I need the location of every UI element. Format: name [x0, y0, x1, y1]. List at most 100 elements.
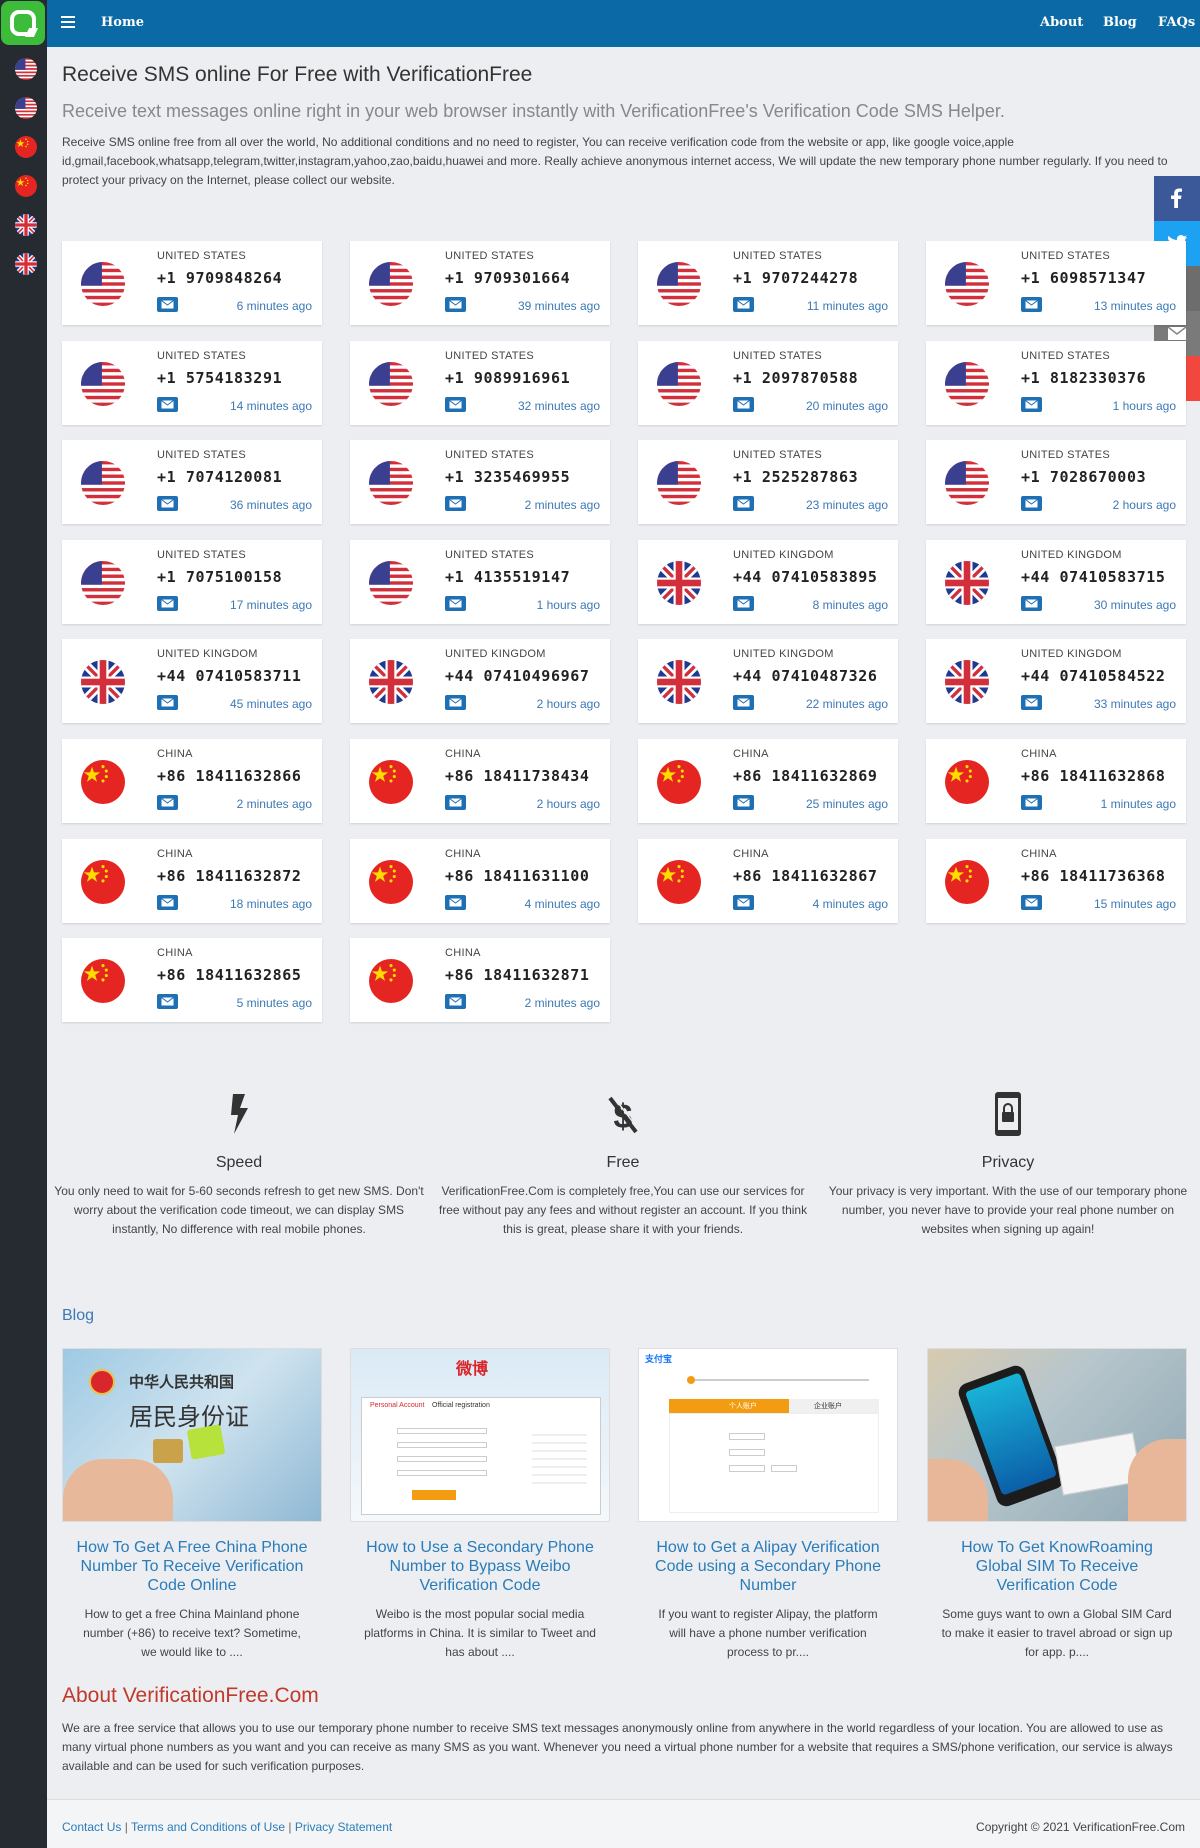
- phone-number[interactable]: +1 9089916961: [445, 369, 570, 387]
- phone-number[interactable]: +44 07410583711: [157, 667, 301, 685]
- phone-number[interactable]: +1 9709848264: [157, 269, 282, 287]
- phone-number-card[interactable]: UNITED KINGDOM +44 07410583711 45 minutes …: [62, 639, 322, 724]
- us-flag-icon: [945, 461, 989, 506]
- phone-number-card[interactable]: UNITED KINGDOM +44 07410583715 30 minutes …: [926, 539, 1186, 624]
- phone-number[interactable]: +86 18411631100: [445, 867, 589, 885]
- blog-post[interactable]: How To Get KnowRoaming Global SIM To Rec…: [927, 1348, 1187, 1662]
- phone-number-card[interactable]: UNITED STATES +1 9089916961 32 minutes ago: [350, 340, 610, 425]
- phone-number[interactable]: +86 18411632868: [1021, 767, 1165, 785]
- phone-number[interactable]: +44 07410583715: [1021, 568, 1165, 586]
- phone-number[interactable]: +1 7075100158: [157, 568, 282, 586]
- us-flag-icon[interactable]: [15, 58, 37, 80]
- phone-number-card[interactable]: UNITED KINGDOM +44 07410487326 22 minutes …: [638, 639, 898, 724]
- phone-number[interactable]: +1 4135519147: [445, 568, 570, 586]
- phone-number-card[interactable]: CHINA +86 18411632867 4 minutes ago: [638, 838, 898, 923]
- phone-number[interactable]: +44 07410584522: [1021, 667, 1165, 685]
- phone-number[interactable]: +86 18411632869: [733, 767, 877, 785]
- phone-number[interactable]: +1 5754183291: [157, 369, 282, 387]
- phone-number-card[interactable]: UNITED STATES +1 6098571347 13 minutes ago: [926, 241, 1186, 325]
- phone-number[interactable]: +1 9709301664: [445, 269, 570, 287]
- phone-number[interactable]: +86 18411738434: [445, 767, 589, 785]
- received-time: 1 hours ago: [1112, 398, 1176, 413]
- uk-flag-icon[interactable]: [15, 253, 37, 275]
- phone-number-card[interactable]: UNITED STATES +1 4135519147 1 hours ago: [350, 539, 610, 624]
- phone-number-card[interactable]: CHINA +86 18411736368 15 minutes ago: [926, 838, 1186, 923]
- phone-number[interactable]: +44 07410496967: [445, 667, 589, 685]
- phone-number[interactable]: +86 18411632871: [445, 966, 589, 984]
- phone-number-card[interactable]: CHINA +86 18411632869 25 minutes ago: [638, 739, 898, 823]
- phone-number[interactable]: +86 18411632866: [157, 767, 301, 785]
- blog-post-title[interactable]: How To Get KnowRoaming Global SIM To Rec…: [937, 1538, 1177, 1595]
- hamburger-menu-icon[interactable]: [61, 16, 75, 28]
- blog-post[interactable]: 支付宝 个人账户 企业账户 How to Get a Alipay Verifi…: [638, 1348, 898, 1662]
- phone-number-card[interactable]: UNITED STATES +1 9709301664 39 minutes ago: [350, 241, 610, 325]
- phone-number-card[interactable]: UNITED STATES +1 9709848264 6 minutes ago: [62, 241, 322, 325]
- china-flag-icon[interactable]: [15, 175, 37, 197]
- blog-post[interactable]: 微博 Personal Account Official registratio…: [350, 1348, 610, 1662]
- phone-number-card[interactable]: UNITED STATES +1 2097870588 20 minutes ago: [638, 340, 898, 425]
- phone-number[interactable]: +86 18411632865: [157, 966, 301, 984]
- phone-number-card[interactable]: UNITED STATES +1 7075100158 17 minutes ago: [62, 539, 322, 624]
- received-time: 22 minutes ago: [805, 697, 888, 712]
- china-flag-icon[interactable]: [15, 136, 37, 158]
- terms-link[interactable]: Terms and Conditions of Use: [131, 1820, 285, 1834]
- uk-flag-icon[interactable]: [15, 214, 37, 236]
- received-time: 30 minutes ago: [1093, 597, 1176, 612]
- phone-number-card[interactable]: UNITED KINGDOM +44 07410583895 8 minutes a…: [638, 539, 898, 624]
- phone-number-card[interactable]: UNITED KINGDOM +44 07410584522 33 minutes …: [926, 639, 1186, 724]
- phone-number[interactable]: +1 6098571347: [1021, 269, 1146, 287]
- phone-number[interactable]: +1 2525287863: [733, 468, 858, 486]
- privacy-statement-link[interactable]: Privacy Statement: [295, 1820, 392, 1834]
- blog-post-title[interactable]: How to Use a Secondary Phone Number to B…: [360, 1538, 600, 1595]
- phone-number-card[interactable]: UNITED STATES +1 3235469955 2 minutes ago: [350, 440, 610, 525]
- phone-number[interactable]: +1 7028670003: [1021, 468, 1146, 486]
- phone-number-card[interactable]: CHINA +86 18411631100 4 minutes ago: [350, 838, 610, 923]
- nav-about-link[interactable]: About: [1040, 15, 1083, 30]
- phone-number-card[interactable]: UNITED STATES +1 9707244278 11 minutes ago: [638, 241, 898, 325]
- us-flag-icon: [369, 361, 413, 406]
- china-id-card-image[interactable]: 中华人民共和国 居民身份证: [62, 1348, 322, 1522]
- phone-number-card[interactable]: CHINA +86 18411632865 5 minutes ago: [62, 938, 322, 1023]
- logo-icon[interactable]: [1, 1, 45, 45]
- us-flag-icon[interactable]: [15, 97, 37, 119]
- phone-number[interactable]: +1 3235469955: [445, 468, 570, 486]
- phone-number[interactable]: +1 2097870588: [733, 369, 858, 387]
- phone-number-card[interactable]: CHINA +86 18411632866 2 minutes ago: [62, 739, 322, 823]
- facebook-share-button[interactable]: [1154, 176, 1200, 221]
- phone-number[interactable]: +1 9707244278: [733, 269, 858, 287]
- blog-post-title[interactable]: How To Get A Free China Phone Number To …: [72, 1538, 312, 1595]
- phone-number-card[interactable]: CHINA +86 18411632868 1 minutes ago: [926, 739, 1186, 823]
- phone-number-card[interactable]: UNITED STATES +1 8182330376 1 hours ago: [926, 340, 1186, 425]
- phone-number[interactable]: +44 07410487326: [733, 667, 877, 685]
- contact-us-link[interactable]: Contact Us: [62, 1820, 121, 1834]
- alipay-registration-image[interactable]: 支付宝 个人账户 企业账户: [638, 1348, 898, 1522]
- weibo-registration-image[interactable]: 微博 Personal Account Official registratio…: [350, 1348, 610, 1522]
- phone-number-card[interactable]: CHINA +86 18411632871 2 minutes ago: [350, 938, 610, 1023]
- received-time: 25 minutes ago: [805, 797, 888, 811]
- nav-home-link[interactable]: Home: [101, 15, 144, 30]
- phone-number[interactable]: +86 18411632867: [733, 867, 877, 885]
- message-icon: [157, 695, 178, 711]
- phone-number-card[interactable]: CHINA +86 18411738434 2 hours ago: [350, 739, 610, 823]
- phone-number[interactable]: +44 07410583895: [733, 568, 877, 586]
- message-icon: [157, 297, 178, 312]
- blog-post[interactable]: 中华人民共和国 居民身份证 How To Get A Free China Ph…: [62, 1348, 322, 1662]
- nav-blog-link[interactable]: Blog: [1103, 15, 1137, 30]
- knowroaming-sim-image[interactable]: [927, 1348, 1187, 1522]
- phone-number-card[interactable]: UNITED STATES +1 7074120081 36 minutes ago: [62, 440, 322, 525]
- phone-number-card[interactable]: UNITED STATES +1 5754183291 14 minutes ago: [62, 340, 322, 425]
- phone-number-card[interactable]: UNITED KINGDOM +44 07410496967 2 hours ago: [350, 639, 610, 724]
- phone-number[interactable]: +86 18411632872: [157, 867, 301, 885]
- country-label: CHINA: [157, 748, 193, 760]
- phone-number-card[interactable]: UNITED STATES +1 7028670003 2 hours ago: [926, 440, 1186, 525]
- phone-number[interactable]: +1 8182330376: [1021, 369, 1146, 387]
- phone-number[interactable]: +86 18411736368: [1021, 867, 1165, 885]
- phone-number[interactable]: +1 7074120081: [157, 468, 282, 486]
- phone-number-card[interactable]: CHINA +86 18411632872 18 minutes ago: [62, 838, 322, 923]
- blog-post-title[interactable]: How to Get a Alipay Verification Code us…: [648, 1538, 888, 1595]
- feature-title: Privacy: [981, 1154, 1035, 1171]
- nav-faqs-link[interactable]: FAQs: [1158, 15, 1195, 30]
- us-flag-icon: [657, 361, 701, 406]
- phone-number-card[interactable]: UNITED STATES +1 2525287863 23 minutes ago: [638, 440, 898, 525]
- image-caption: 支付宝: [645, 1354, 673, 1364]
